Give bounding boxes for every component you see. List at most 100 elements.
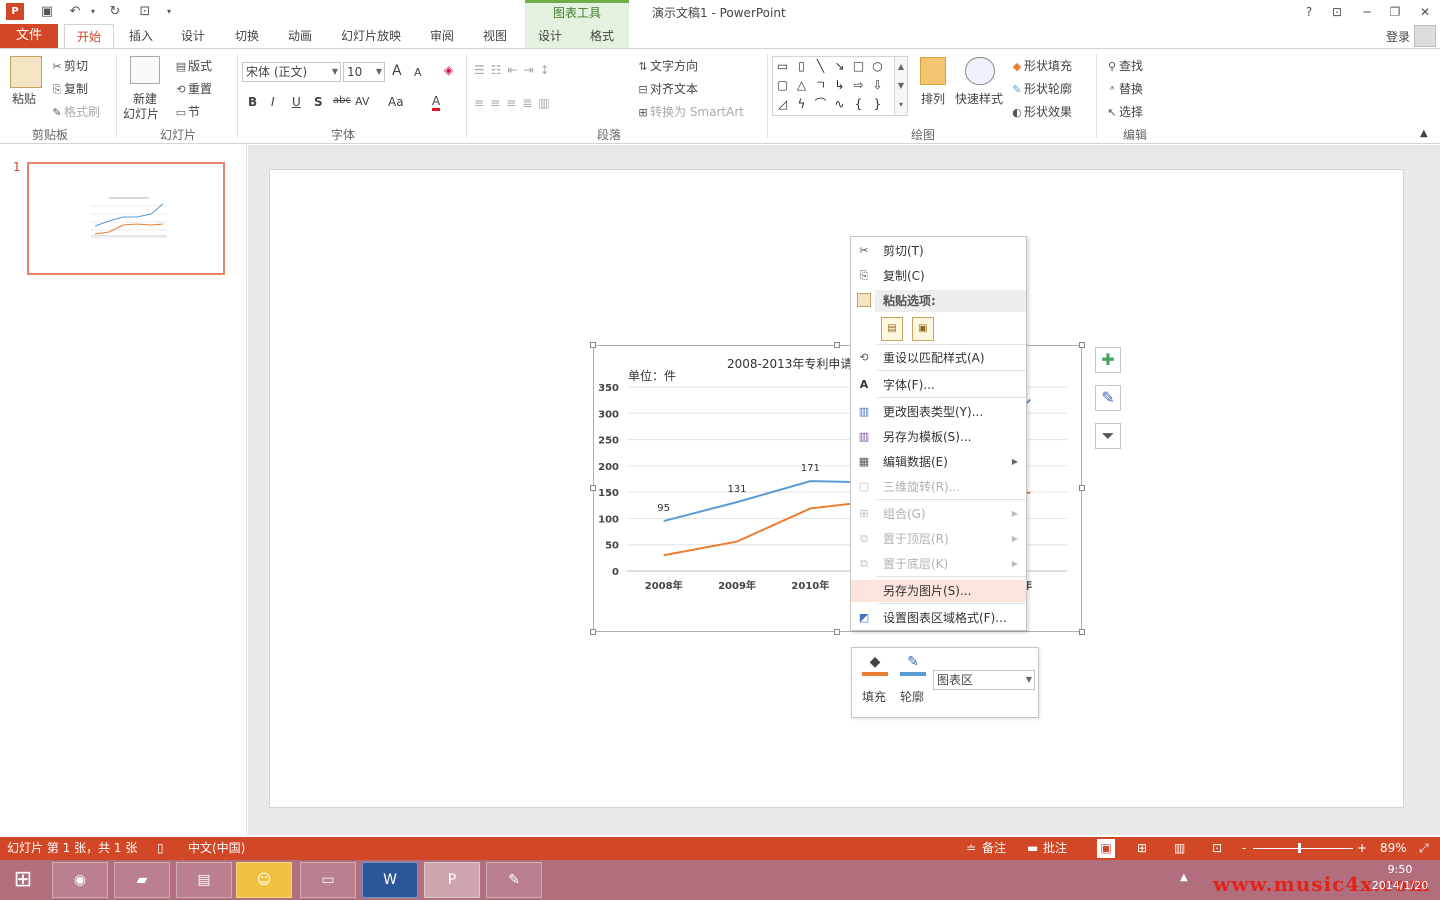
arrange-icon[interactable] bbox=[920, 57, 946, 85]
new-slide-icon[interactable] bbox=[130, 56, 160, 84]
arrange-button[interactable]: 排列 bbox=[921, 90, 945, 107]
paste-icon[interactable] bbox=[10, 56, 42, 88]
user-avatar-icon[interactable] bbox=[1414, 25, 1436, 47]
tab-insert[interactable]: 插入 bbox=[120, 24, 162, 48]
arc-shape-icon[interactable]: ⌒ bbox=[811, 95, 830, 114]
slide-thumbnail[interactable] bbox=[27, 162, 225, 275]
ribbon-display-button[interactable]: ⊡ bbox=[1326, 2, 1348, 22]
outline-button[interactable]: ✎ bbox=[900, 654, 926, 676]
underline-button[interactable]: U bbox=[292, 95, 301, 109]
menu-item-reset-style[interactable]: ⟲ 重设以匹配样式(A) bbox=[851, 347, 1026, 369]
undo-icon[interactable]: ↶ bbox=[66, 3, 84, 21]
spellcheck-icon[interactable]: ▯ bbox=[157, 837, 164, 860]
convert-smartart-button[interactable]: ⊞ 转换为 SmartArt bbox=[636, 103, 744, 120]
login-link[interactable]: 登录 bbox=[1386, 28, 1410, 45]
system-clock[interactable]: 9:50 2014/1/20 bbox=[1370, 862, 1430, 894]
paste-as-picture-icon[interactable]: ▣ bbox=[912, 317, 934, 341]
tab-transitions[interactable]: 切换 bbox=[226, 24, 268, 48]
shapes-gallery[interactable]: ▭ ▯ ╲ ↘ □ ○ ▢ △ ㄱ ↳ ⇨ ⇩ ◿ ϟ ⌒ ∿{} bbox=[772, 56, 908, 116]
menu-item-font[interactable]: A 字体(F)... bbox=[851, 374, 1026, 396]
right-brace-shape-icon[interactable]: } bbox=[868, 95, 887, 114]
chart-elements-button[interactable]: ✚ bbox=[1095, 347, 1121, 373]
menu-item-cut[interactable]: ✂ 剪切(T) bbox=[851, 240, 1026, 262]
slideshow-view-icon[interactable]: ⊡ bbox=[1212, 837, 1222, 860]
powerpoint-taskbar-icon[interactable]: P bbox=[424, 862, 480, 898]
zoom-slider-thumb[interactable] bbox=[1298, 843, 1301, 853]
right-arrow-shape-icon[interactable]: ⇨ bbox=[849, 76, 868, 95]
shape-outline-button[interactable]: ✎ 形状轮廓 bbox=[1010, 80, 1072, 97]
rounded-rect-shape-icon[interactable]: ▢ bbox=[773, 76, 792, 95]
fit-to-window-icon[interactable]: ⤢ bbox=[1419, 837, 1429, 860]
quick-styles-button[interactable]: 快速样式 bbox=[955, 90, 1003, 107]
menu-item-group[interactable]: ⊞ 组合(G) ▶ bbox=[851, 503, 1026, 525]
layout-button[interactable]: ▤ 版式 bbox=[174, 57, 212, 74]
chart-filters-button[interactable]: ⏷ bbox=[1095, 423, 1121, 449]
list-buttons-row[interactable]: ☰☷⇤⇥↕ bbox=[474, 63, 556, 77]
cut-button[interactable]: ✂ 剪切 bbox=[50, 57, 88, 74]
slide-sorter-view-icon[interactable]: ⊞ bbox=[1137, 837, 1147, 860]
customize-qat-icon[interactable]: ▾ bbox=[160, 3, 178, 21]
curve-shape-icon[interactable]: ∿ bbox=[830, 95, 849, 114]
left-brace-shape-icon[interactable]: { bbox=[849, 95, 868, 114]
shrink-font-button[interactable]: A bbox=[414, 66, 422, 79]
tab-chart-design[interactable]: 设计 bbox=[525, 24, 575, 48]
menu-item-bring-to-front[interactable]: ⧉ 置于顶层(R) ▶ bbox=[851, 528, 1026, 550]
tab-file[interactable]: 文件 bbox=[0, 24, 58, 48]
tab-home[interactable]: 开始 bbox=[64, 24, 114, 49]
shape-effects-button[interactable]: ◐ 形状效果 bbox=[1010, 103, 1072, 120]
fill-button[interactable]: ◆ bbox=[862, 654, 888, 676]
text-direction-button[interactable]: ⇅ 文字方向 bbox=[636, 57, 698, 74]
tab-view[interactable]: 视图 bbox=[474, 24, 516, 48]
language-indicator[interactable]: 中文(中国) bbox=[188, 837, 245, 860]
reading-view-icon[interactable]: ▥ bbox=[1174, 837, 1185, 860]
new-slide-label-2[interactable]: 幻灯片 bbox=[123, 105, 159, 122]
notebook-icon[interactable]: ▰ bbox=[114, 862, 170, 898]
menu-item-3d-rotation[interactable]: ▢ 三维旋转(R)... bbox=[851, 476, 1026, 498]
reset-button[interactable]: ⟲ 重置 bbox=[174, 80, 212, 97]
windows-start-icon[interactable]: ⊞ bbox=[8, 866, 38, 894]
resize-handle[interactable] bbox=[590, 629, 596, 635]
monitor-app-icon[interactable]: ▭ bbox=[300, 862, 356, 898]
zoom-level[interactable]: 89% bbox=[1380, 837, 1407, 860]
bold-button[interactable]: B bbox=[248, 95, 257, 109]
normal-view-button[interactable]: ▣ bbox=[1097, 839, 1115, 858]
menu-item-edit-data[interactable]: ▦ 编辑数据(E) ▶ bbox=[851, 451, 1026, 473]
menu-item-format-chart-area[interactable]: ◩ 设置图表区域格式(F)... bbox=[851, 607, 1026, 629]
tab-slideshow[interactable]: 幻灯片放映 bbox=[334, 24, 408, 48]
elbow-arrow-shape-icon[interactable]: ↳ bbox=[830, 76, 849, 95]
resize-handle[interactable] bbox=[834, 342, 840, 348]
menu-item-copy[interactable]: ⎘ 复制(C) bbox=[851, 265, 1026, 287]
shape-fill-button[interactable]: ◆ 形状填充 bbox=[1010, 57, 1072, 74]
resize-handle[interactable] bbox=[1079, 342, 1085, 348]
font-name-combo[interactable]: 宋体 (正文) ▼ bbox=[242, 62, 341, 82]
comments-icon[interactable]: ▬ bbox=[1027, 837, 1038, 860]
chat-app-icon[interactable]: ☺ bbox=[236, 862, 292, 898]
tab-chart-format[interactable]: 格式 bbox=[575, 24, 629, 48]
close-button[interactable]: ✕ bbox=[1414, 2, 1436, 22]
quick-styles-icon[interactable] bbox=[965, 57, 995, 85]
file-explorer-icon[interactable]: ▤ bbox=[176, 862, 232, 898]
italic-button[interactable]: I bbox=[271, 95, 275, 109]
rectangle-shape-icon[interactable]: □ bbox=[849, 57, 868, 76]
minimize-button[interactable]: ─ bbox=[1356, 2, 1378, 22]
resize-handle[interactable] bbox=[1079, 629, 1085, 635]
scribble-shape-icon[interactable]: ϟ bbox=[792, 95, 811, 114]
help-button[interactable]: ? bbox=[1298, 2, 1320, 22]
collapse-ribbon-icon[interactable]: ▲ bbox=[1420, 128, 1428, 139]
down-arrow-shape-icon[interactable]: ⇩ bbox=[868, 76, 887, 95]
align-text-button[interactable]: ⊟ 对齐文本 bbox=[636, 80, 698, 97]
textbox-shape-icon[interactable]: ▭ bbox=[773, 57, 792, 76]
chart-styles-button[interactable]: ✎ bbox=[1095, 385, 1121, 411]
restore-button[interactable]: ❐ bbox=[1384, 2, 1406, 22]
triangle-shape-icon[interactable]: △ bbox=[792, 76, 811, 95]
menu-item-send-to-back[interactable]: ⧉ 置于底层(K) ▶ bbox=[851, 553, 1026, 575]
find-button[interactable]: ⚲ 查找 bbox=[1105, 57, 1143, 74]
save-icon[interactable]: ▣ bbox=[38, 3, 56, 21]
strikethrough-button[interactable]: abc bbox=[333, 95, 351, 106]
zoom-out-button[interactable]: - bbox=[1242, 837, 1246, 860]
select-button[interactable]: ↖ 选择 bbox=[1105, 103, 1143, 120]
zoom-slider-track[interactable] bbox=[1253, 848, 1353, 849]
change-case-button[interactable]: Aa bbox=[388, 95, 404, 109]
zoom-in-button[interactable]: + bbox=[1357, 837, 1367, 860]
line-shape-icon[interactable]: ╲ bbox=[811, 57, 830, 76]
